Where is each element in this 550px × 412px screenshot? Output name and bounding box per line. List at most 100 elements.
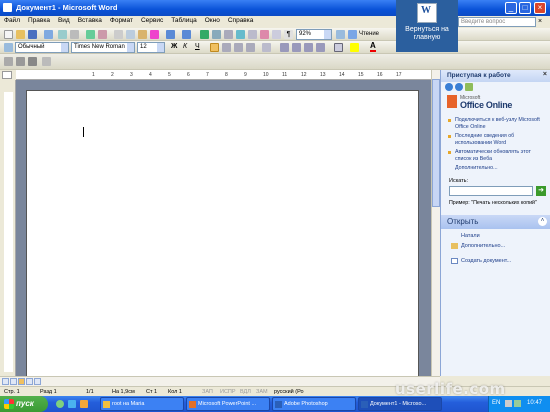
minimize-button[interactable]: _ [505,2,517,14]
permission-icon[interactable] [44,30,53,39]
numbering-icon[interactable] [280,43,289,52]
status-ext[interactable]: ВДЛ [240,389,251,395]
taskbar-button-root[interactable]: root на Maria [100,397,184,411]
tp-search-input[interactable] [449,186,533,196]
justify-icon[interactable] [246,43,255,52]
horizontal-scrollbar[interactable] [0,376,440,386]
menu-table[interactable]: Таблица [167,16,201,24]
underline-button[interactable]: Ч [195,43,200,50]
taskbar-button-word[interactable]: Документ1 - Microso... [358,397,442,411]
close-icon[interactable]: × [543,71,547,78]
menu-edit[interactable]: Правка [24,16,54,24]
home-icon[interactable] [465,83,473,91]
menu-window[interactable]: Окно [201,16,224,24]
align-left-icon[interactable] [210,43,219,52]
toolbar-icon-3[interactable] [28,57,37,66]
tp-link-connect[interactable]: Подключиться к веб-узлу Microsoft Office… [441,117,550,130]
format-painter-icon[interactable] [150,30,159,39]
align-center-icon[interactable] [222,43,231,52]
research-icon[interactable] [98,30,107,39]
word-app-icon[interactable] [3,3,12,12]
tables-borders-icon[interactable] [212,30,221,39]
toolbar-icon-4[interactable] [42,57,51,66]
print-icon[interactable] [58,30,67,39]
insert-excel-icon[interactable] [236,30,245,39]
vertical-scrollbar[interactable] [431,70,440,376]
menu-insert[interactable]: Вставка [74,16,106,24]
title-bar[interactable]: Документ1 - Microsoft Word _ □ × [0,0,550,16]
tp-more-link[interactable]: Дополнительно... [441,165,550,171]
tray-icon-2[interactable] [514,400,521,407]
tp-open-header[interactable]: Открыть ˄ [441,214,550,229]
collapse-icon[interactable]: ˄ [538,216,547,226]
cut-icon[interactable] [114,30,123,39]
tray-icon-1[interactable] [505,400,512,407]
taskbar-button-photoshop[interactable]: Adobe Photoshop [272,397,356,411]
close-document-icon[interactable]: × [538,18,542,25]
back-icon[interactable] [445,83,453,91]
styles-formatting-icon[interactable] [4,43,13,52]
style-select[interactable]: Обычный [15,42,69,53]
columns-icon[interactable] [248,30,257,39]
quicklaunch-icon-1[interactable] [56,400,64,408]
status-rec[interactable]: ЗАП [202,389,213,395]
hyperlink-icon[interactable] [200,30,209,39]
font-size-select[interactable]: 12 [137,42,165,53]
menu-format[interactable]: Формат [106,16,137,24]
scrollbar-thumb[interactable] [432,79,440,207]
horizontal-ruler[interactable]: 1 2 3 4 5 6 7 8 9 10 11 12 13 14 15 16 17 [16,70,440,80]
menu-view[interactable]: Вид [54,16,74,24]
bold-button[interactable]: Ж [171,43,177,50]
paste-icon[interactable] [138,30,147,39]
toolbar-icon-1[interactable] [4,57,13,66]
insert-table-icon[interactable] [224,30,233,39]
tp-create-document[interactable]: Создать документ... [441,257,550,264]
reading-icon[interactable] [348,30,357,39]
line-spacing-icon[interactable] [262,43,271,52]
go-arrow-icon[interactable]: ➜ [536,186,546,196]
tp-open-more[interactable]: Дополнительно... [441,242,550,249]
normal-view-icon[interactable] [2,378,9,385]
start-button[interactable]: пуск [0,396,48,412]
help-icon[interactable] [336,30,345,39]
close-button[interactable]: × [534,2,546,14]
undo-icon[interactable] [166,30,175,39]
italic-button[interactable]: К [183,43,187,50]
zoom-select[interactable]: 92% [296,29,332,40]
status-ovr[interactable]: ЗАМ [256,389,268,395]
outline-view-icon[interactable] [26,378,33,385]
font-select[interactable]: Times New Roman [71,42,135,53]
open-icon[interactable] [16,30,25,39]
highlight-icon[interactable] [350,43,359,52]
document-map-icon[interactable] [272,30,281,39]
language-indicator[interactable]: EN [492,400,500,406]
tab-selector-icon[interactable] [2,71,12,79]
help-search-input[interactable]: Введите вопрос [458,17,536,27]
drawing-icon[interactable] [260,30,269,39]
new-document-icon[interactable] [4,30,13,39]
quicklaunch-icon-3[interactable] [80,400,88,408]
align-right-icon[interactable] [234,43,243,52]
font-color-icon[interactable]: A [370,42,376,52]
forward-icon[interactable] [455,83,463,91]
taskbar-button-powerpoint[interactable]: Microsoft PowerPoint ... [186,397,270,411]
tp-link-autoupdate[interactable]: Автоматически обновлять этот список из В… [441,149,550,162]
spelling-icon[interactable] [86,30,95,39]
quicklaunch-icon-2[interactable] [68,400,76,408]
status-trk[interactable]: ИСПР [220,389,236,395]
tp-open-recent[interactable]: Натали [441,233,550,239]
print-preview-icon[interactable] [70,30,79,39]
decrease-indent-icon[interactable] [304,43,313,52]
save-icon[interactable] [28,30,37,39]
menu-file[interactable]: Файл [0,16,24,24]
border-icon[interactable] [334,43,343,52]
menu-help[interactable]: Справка [224,16,258,24]
redo-icon[interactable] [182,30,191,39]
increase-indent-icon[interactable] [316,43,325,52]
web-view-icon[interactable] [10,378,17,385]
toolbar-icon-2[interactable] [16,57,25,66]
tp-link-news[interactable]: Последние сведения об использовании Word [441,133,550,146]
vertical-ruler[interactable] [0,80,16,376]
bullets-icon[interactable] [292,43,301,52]
return-home-button[interactable]: W Вернуться на главную [396,0,458,52]
